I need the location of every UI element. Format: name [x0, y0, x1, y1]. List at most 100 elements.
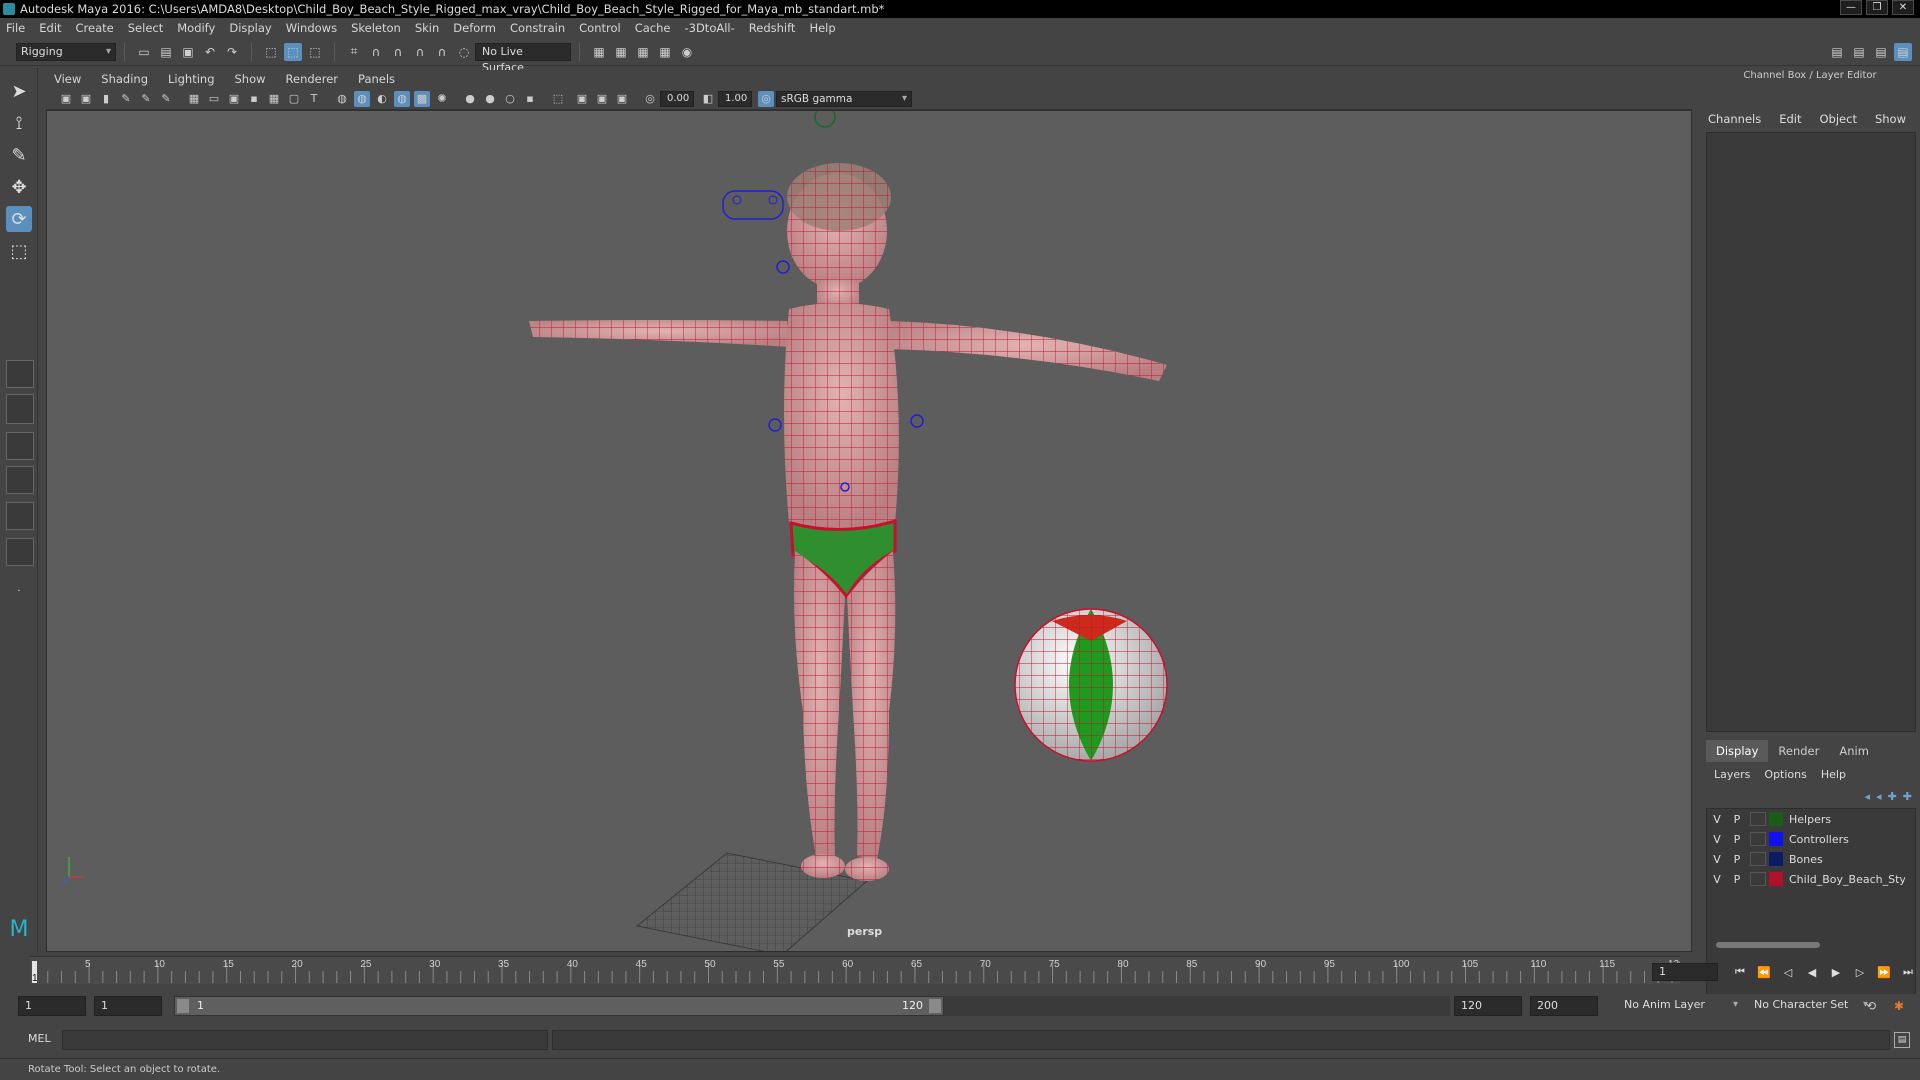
go-to-start-icon[interactable]: ⏮ [1730, 963, 1750, 981]
menu-select[interactable]: Select [128, 21, 163, 35]
persp-outliner-layout-icon[interactable] [6, 432, 34, 460]
layer-list-scrollbar[interactable] [1714, 940, 1910, 950]
snap-grid-icon[interactable]: ⌗ [345, 43, 363, 61]
layer-color-swatch[interactable] [1769, 832, 1783, 846]
playback-start-field[interactable]: 1 [94, 996, 162, 1016]
step-back-key-icon[interactable]: ⏪ [1754, 963, 1774, 981]
animation-preferences-icon[interactable]: ✱ [1890, 997, 1908, 1015]
move-layer-up-icon[interactable]: ◂ [1865, 790, 1871, 803]
time-slider[interactable]: 5 10 15 20 25 30 35 40 45 50 55 60 65 70 75 80 85 90 95 100… [22, 954, 1694, 986]
panel-menu-renderer[interactable]: Renderer [286, 72, 339, 86]
field-chart-icon[interactable]: ▦ [266, 91, 282, 107]
panel-menu-view[interactable]: View [54, 72, 81, 86]
tab-anim[interactable]: Anim [1829, 740, 1879, 762]
gate-mask-icon[interactable]: ▪ [246, 91, 262, 107]
auto-key-icon[interactable]: ⟲ [1862, 997, 1880, 1015]
minimize-button[interactable]: — [1840, 0, 1862, 15]
wireframe-on-shaded-icon[interactable]: ◍ [394, 90, 410, 107]
animation-start-field[interactable]: 1 [18, 996, 86, 1016]
camera-select-icon[interactable]: ▣ [58, 91, 74, 107]
layer-row-child-boy[interactable]: V P Child_Boy_Beach_Style [1707, 869, 1915, 889]
channel-box-area[interactable] [1706, 132, 1916, 732]
modeling-toolkit-icon[interactable]: ▤ [1828, 43, 1846, 61]
snap-surface-icon[interactable]: ∩ [433, 43, 451, 61]
single-perspective-layout-icon[interactable] [6, 360, 34, 388]
hypershade-layout-icon[interactable] [6, 502, 34, 530]
paint-select-tool-icon[interactable]: ✎ [6, 142, 32, 168]
select-hierarchy-icon[interactable]: ⬚ [262, 43, 280, 61]
step-forward-key-icon[interactable]: ⏩ [1874, 963, 1894, 981]
select-tool-icon[interactable]: ➤ [6, 78, 32, 104]
channel-box-menu-edit[interactable]: Edit [1779, 112, 1801, 126]
layer-row-controllers[interactable]: V P Controllers [1707, 829, 1915, 849]
play-forwards-icon[interactable]: ▶ [1826, 963, 1846, 981]
mel-label[interactable]: MEL [28, 1032, 51, 1045]
xray-icon[interactable]: ▣ [574, 91, 590, 107]
anim-layer-dropdown[interactable]: No Anim Layer [1620, 997, 1742, 1015]
render-settings-icon[interactable]: ▦ [656, 43, 674, 61]
shadows-icon[interactable]: ● [462, 91, 478, 107]
mel-input[interactable] [62, 1030, 548, 1050]
layer-menu-options[interactable]: Options [1764, 768, 1806, 781]
gamma-field[interactable]: 1.00 [718, 90, 752, 107]
tool-settings-icon[interactable]: ▤ [1872, 43, 1890, 61]
resolution-gate-icon[interactable]: ▣ [226, 91, 242, 107]
undo-icon[interactable]: ↶ [201, 43, 219, 61]
layer-color-swatch[interactable] [1769, 872, 1783, 886]
menu-edit[interactable]: Edit [39, 21, 61, 35]
layer-color-swatch[interactable] [1769, 812, 1783, 826]
layer-type-toggle[interactable] [1750, 812, 1766, 826]
layer-name[interactable]: Controllers [1789, 833, 1849, 846]
image-plane-icon[interactable]: ✎ [118, 91, 134, 107]
close-button[interactable]: ✕ [1892, 0, 1914, 15]
new-scene-icon[interactable]: ▭ [135, 43, 153, 61]
character-set-dropdown[interactable]: No Character Set [1750, 997, 1872, 1015]
grid-icon[interactable]: ▦ [186, 91, 202, 107]
playback-end-field[interactable]: 120 [1454, 996, 1522, 1016]
hypershade-icon[interactable]: ◉ [678, 43, 696, 61]
default-lighting-icon[interactable]: ◐ [374, 91, 390, 107]
panel-menu-panels[interactable]: Panels [358, 72, 395, 86]
layer-type-toggle[interactable] [1750, 852, 1766, 866]
safe-action-icon[interactable]: ▢ [286, 91, 302, 107]
layer-color-swatch[interactable] [1769, 852, 1783, 866]
layer-menu-help[interactable]: Help [1821, 768, 1846, 781]
anti-aliasing-icon[interactable]: ▪ [522, 91, 538, 107]
range-start-handle[interactable] [177, 999, 189, 1013]
select-object-icon[interactable]: ⬚ [284, 42, 302, 61]
bookmark-icon[interactable]: ▮ [98, 91, 114, 107]
new-layer-selected-icon[interactable]: ✚ [1903, 790, 1912, 803]
camera-attributes-icon[interactable]: ▣ [78, 91, 94, 107]
menu-cache[interactable]: Cache [635, 21, 671, 35]
menu-file[interactable]: File [6, 21, 25, 35]
range-end-handle[interactable] [929, 999, 941, 1013]
layer-visibility-toggle[interactable]: V [1707, 853, 1727, 866]
xray-joints-icon[interactable]: ▣ [614, 91, 630, 107]
color-space-dropdown[interactable]: sRGB gamma [776, 90, 912, 107]
rotate-tool-icon[interactable]: ⟳ [6, 206, 32, 232]
range-bar[interactable]: 1 120 [174, 996, 944, 1016]
grease-pencil-icon[interactable]: ✎ [158, 91, 174, 107]
move-tool-icon[interactable]: ✥ [6, 174, 32, 200]
channel-box-menu-object[interactable]: Object [1820, 112, 1857, 126]
menu-redshift[interactable]: Redshift [749, 21, 796, 35]
render-view-icon[interactable]: ▦ [590, 43, 608, 61]
four-view-layout-icon[interactable] [6, 394, 34, 424]
select-component-icon[interactable]: ⬚ [306, 43, 324, 61]
layer-row-bones[interactable]: V P Bones [1707, 849, 1915, 869]
new-layer-icon[interactable]: ✚ [1888, 790, 1897, 803]
exposure-icon[interactable]: ◎ [642, 91, 658, 107]
tab-render[interactable]: Render [1768, 740, 1829, 762]
menu-control[interactable]: Control [579, 21, 621, 35]
layer-row-helpers[interactable]: V P Helpers [1707, 809, 1915, 829]
layer-name[interactable]: Bones [1789, 853, 1823, 866]
persp-graph-layout-icon[interactable] [6, 466, 34, 494]
motion-blur-icon[interactable]: ○ [502, 91, 518, 107]
step-forward-frame-icon[interactable]: ▷ [1850, 963, 1870, 981]
layer-visibility-toggle[interactable]: V [1707, 873, 1727, 886]
move-layer-down-icon[interactable]: ◂ [1876, 790, 1882, 803]
layer-visibility-toggle[interactable]: V [1707, 833, 1727, 846]
menu-deform[interactable]: Deform [453, 21, 496, 35]
layer-name[interactable]: Helpers [1789, 813, 1831, 826]
layer-visibility-toggle[interactable]: V [1707, 813, 1727, 826]
